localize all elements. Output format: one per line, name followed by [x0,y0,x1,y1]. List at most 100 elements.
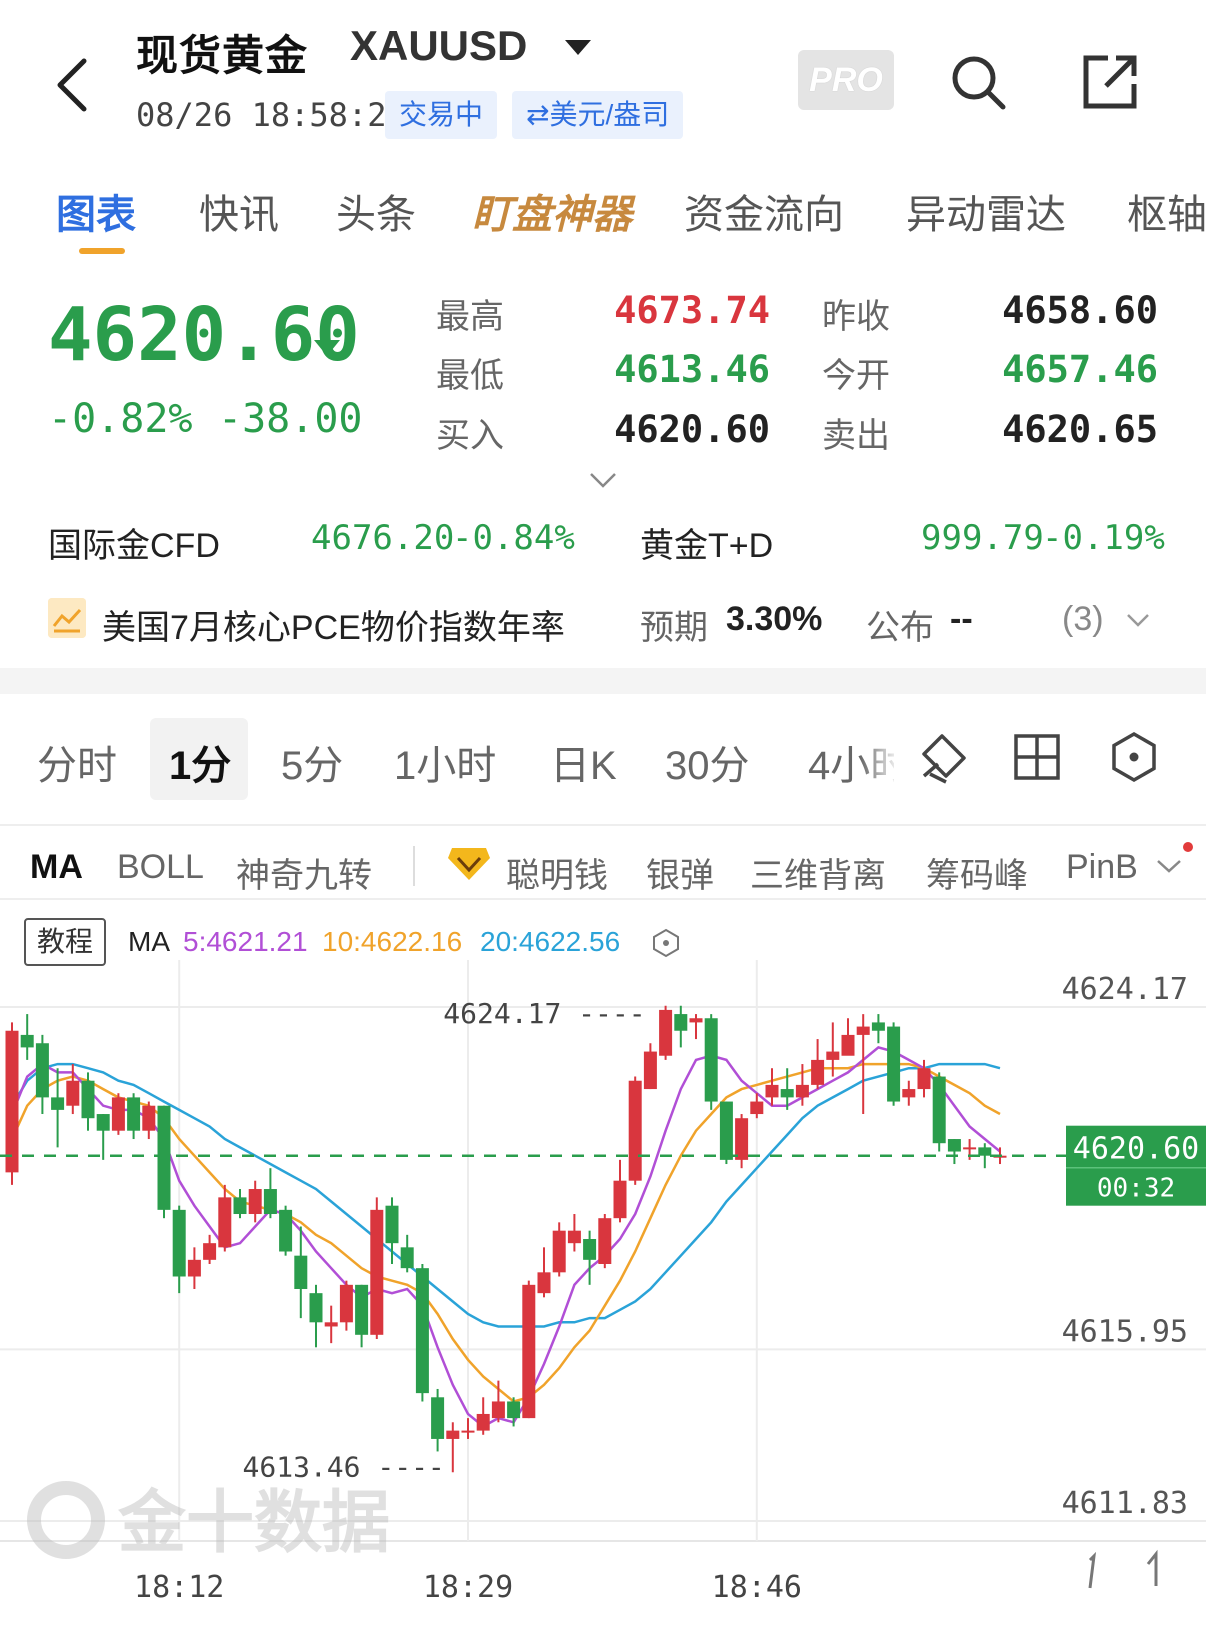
candle-body [567,1230,581,1244]
candle-body [66,1080,80,1106]
candle [735,1114,749,1169]
candle [218,1184,232,1252]
candle [233,1189,247,1219]
candle-body [719,1101,733,1160]
indicator-3d-divergence[interactable]: 三维背离 [750,848,886,897]
instrument-title: 现货黄金 [136,32,309,79]
candle [902,1080,916,1106]
period-1hour[interactable]: 1小时 [394,733,496,791]
candle [461,1418,475,1439]
chevron-down-icon[interactable] [588,470,618,490]
candle-body [765,1084,779,1098]
indicator-pinbar[interactable]: PinB [1066,848,1144,887]
high-value: 4673.74 [614,289,770,332]
candle [522,1280,536,1419]
chevron-down-icon[interactable] [1156,858,1182,874]
unit-toggle-chip[interactable]: ⇄美元/盎司 [512,91,684,139]
chevron-down-icon[interactable] [1126,612,1150,628]
candle [294,1226,308,1319]
pro-badge[interactable]: PRO [798,50,894,110]
candle-body [446,1430,460,1439]
indicator-nine-turn[interactable]: 神奇九转 [236,848,372,897]
share-icon[interactable] [1080,52,1140,112]
indicator-silver-bullet[interactable]: 银弹 [646,848,714,897]
candle [157,1105,171,1219]
candle-body [370,1209,384,1335]
candle [81,1072,95,1131]
tab-flash-news[interactable]: 快讯 [199,182,279,240]
candle [704,1014,718,1110]
tab-fund-flow[interactable]: 资金流向 [684,182,844,240]
candle [765,1068,779,1106]
tab-anomaly-radar[interactable]: 异动雷达 [906,182,1066,240]
indicator-smart-money[interactable]: 聪明钱 [506,848,608,897]
search-icon[interactable] [948,52,1008,112]
candle-body [491,1401,505,1419]
candle-body [826,1051,840,1060]
candle-body [537,1272,551,1294]
divider [0,898,1206,900]
draw-tool-icon[interactable] [916,730,970,784]
candle [415,1264,429,1402]
candle-body [932,1076,946,1144]
period-5min[interactable]: 5分 [281,733,343,791]
reset-arrow-icon[interactable] [1146,1549,1158,1586]
candle [324,1305,338,1344]
candle-body [20,1034,34,1048]
candle-body [643,1051,657,1090]
related-td-change: -0.19% [1042,518,1165,558]
scroll-arrow-icon[interactable] [1088,1551,1097,1589]
indicator-ma[interactable]: MA [30,848,83,887]
instrument-symbol[interactable]: XAUUSD [350,22,527,70]
x-tick-label: 18:12 [134,1570,224,1605]
candle [598,1214,612,1269]
candle-body [552,1230,566,1273]
back-arrow-icon[interactable] [52,55,92,115]
event-count[interactable]: (3) [1062,600,1104,639]
period-30min[interactable]: 30分 [665,733,750,791]
related-cfd-name[interactable]: 国际金CFD [48,518,220,567]
event-published-value: -- [950,600,973,638]
ma20-legend: 20:4622.56 [480,926,621,957]
candle-body [96,1114,110,1131]
candle [552,1222,566,1277]
candle-body [172,1209,186,1277]
tab-headlines[interactable]: 头条 [336,182,416,240]
low-marker-label: 4613.46 ---- [243,1450,445,1483]
candle-body [324,1322,338,1327]
event-title[interactable]: 美国7月核心PCE物价指数年率 [102,600,565,649]
settings-hexagon-icon[interactable] [650,927,682,959]
indicator-boll[interactable]: BOLL [117,848,204,887]
tab-chart[interactable]: 图表 [56,182,136,240]
ma5-legend: 5:4621.21 [183,926,308,957]
candle [35,1034,49,1115]
candle-body [279,1209,293,1252]
candle [659,1005,673,1060]
related-td-name[interactable]: 黄金T+D [640,518,773,567]
candle [446,1422,460,1473]
settings-hexagon-icon[interactable] [1107,730,1161,784]
prev-close-value: 4658.60 [1002,289,1158,332]
change-percent: -0.82% [48,396,193,442]
y-tick-label: 4615.95 [1062,1314,1188,1349]
candle [172,1205,186,1294]
scroll-fade [860,718,900,798]
tutorial-button[interactable]: 教程 [24,918,106,966]
period-1min[interactable]: 1分 [169,733,231,791]
period-daily[interactable]: 日K [550,733,617,791]
candle-body [978,1147,992,1156]
tab-pivot[interactable]: 枢轴 [1127,182,1206,240]
caret-down-icon[interactable] [565,40,591,55]
tab-watch-tool[interactable]: 盯盘神器 [472,182,632,240]
candle-body [309,1293,323,1323]
candlestick-chart[interactable]: 4624.17 4615.95 4611.83 18:12 18:29 18:46 金十数… [0,960,1206,1651]
candle-body [203,1243,217,1260]
candle-body [841,1034,855,1056]
candle [583,1230,597,1285]
candle [491,1380,505,1423]
layout-grid-icon[interactable] [1010,730,1064,784]
period-timeshare[interactable]: 分时 [37,733,117,791]
candle-body [811,1059,825,1085]
indicator-chip-peak[interactable]: 筹码峰 [926,848,1028,897]
candle [355,1284,369,1348]
